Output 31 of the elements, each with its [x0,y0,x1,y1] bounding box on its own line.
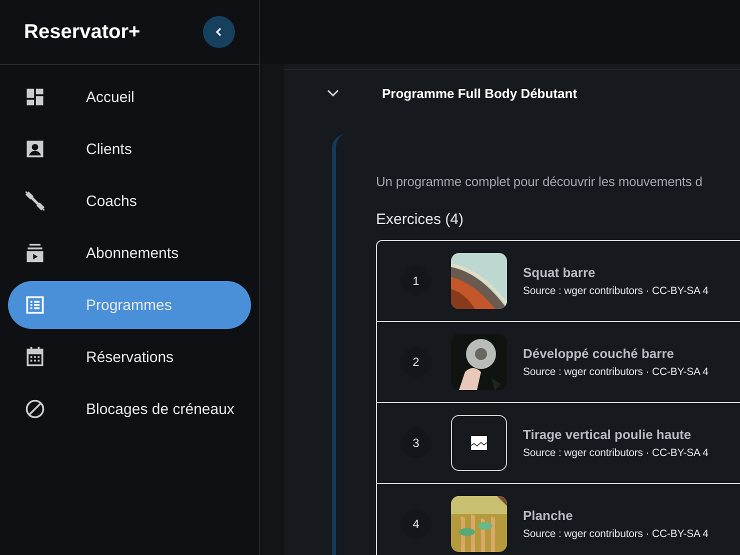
exercise-source: Source : wger contributors · CC-BY-SA 4 [523,285,708,297]
exercise-name: Tirage vertical poulie haute [523,427,692,442]
exercise-number: 1 [401,266,431,296]
nav-item[interactable]: Coachs [8,177,251,225]
accordion-header[interactable]: Programme Full Body Débutant [284,70,740,116]
exercise-name: Planche [523,508,574,523]
subscriptions-icon [24,242,46,264]
exercise-name: Développé couché barre [523,346,675,361]
program-description: Un programme complet pour découvrir les mouvements d [376,174,704,189]
nav-item[interactable]: Abonnements [8,229,251,277]
calendar-icon [24,346,46,368]
exercise-source: Source : wger contributors · CC-BY-SA 4 [523,447,708,459]
exercise-number: 4 [401,509,431,539]
exercises-heading: Exercices (4) [376,211,465,228]
nav-item[interactable]: Accueil [8,73,251,121]
exercise-number: 3 [401,428,431,458]
dumbbell-icon [24,190,46,212]
broken-image-icon [469,433,489,453]
exercise-source: Source : wger contributors · CC-BY-SA 4 [523,366,708,378]
exercise-source: Source : wger contributors · CC-BY-SA 4 [523,528,708,540]
person-icon [24,138,46,160]
nav-item[interactable]: Réservations [8,333,251,381]
exercise-number: 2 [401,347,431,377]
block-icon [24,398,46,420]
nav-item[interactable]: Clients [8,125,251,173]
app-logo: Reservator+ [24,20,140,44]
exercise-name: Squat barre [523,265,596,280]
collapse-button[interactable] [203,16,235,48]
dashboard-icon [24,86,46,108]
list-icon [24,294,46,316]
nav-item[interactable]: Blocages de créneaux [8,385,251,433]
